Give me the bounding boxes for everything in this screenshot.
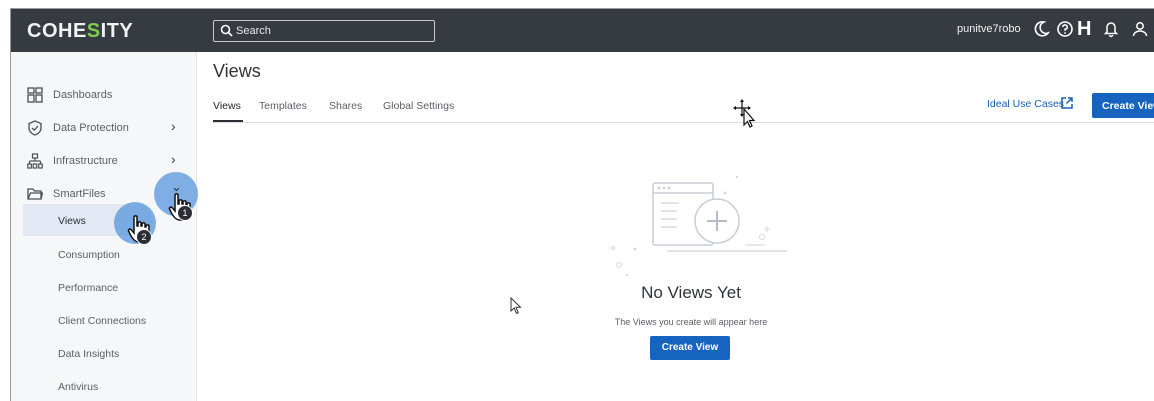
sidebar-subitem-performance[interactable]: Performance: [58, 282, 118, 294]
sidebar-item-data-protection[interactable]: Data Protection: [27, 118, 129, 138]
search-icon: [220, 24, 233, 42]
sidebar-item-smartfiles[interactable]: SmartFiles: [27, 184, 106, 204]
logo-text-suffix: ITY: [100, 20, 134, 42]
external-link-icon[interactable]: [1060, 96, 1074, 115]
create-view-button-top[interactable]: Create View: [1092, 93, 1154, 118]
infrastructure-icon: [27, 153, 43, 169]
step-2-badge: 2: [136, 229, 152, 245]
ideal-use-cases-link[interactable]: Ideal Use Cases: [987, 98, 1064, 110]
empty-state-illustration: [597, 169, 797, 284]
sidebar-item-label: SmartFiles: [53, 188, 106, 200]
app-window: COHESITY Search punitve7robo H Dashboard…: [10, 8, 1154, 401]
bell-icon[interactable]: [1103, 20, 1119, 43]
shield-check-icon: [27, 120, 43, 136]
search-placeholder: Search: [236, 25, 271, 37]
empty-state-subtitle: The Views you create will appear here: [614, 317, 768, 327]
empty-state-title: No Views Yet: [641, 283, 741, 302]
sidebar-item-infrastructure[interactable]: Infrastructure: [27, 151, 118, 171]
sidebar-subitem-client-connections[interactable]: Client Connections: [58, 315, 146, 327]
page-title: Views: [213, 61, 261, 81]
moon-icon[interactable]: [1034, 20, 1051, 43]
chevron-right-icon[interactable]: ›: [171, 151, 176, 167]
username-label[interactable]: punitve7robo: [957, 23, 1021, 35]
search-input[interactable]: Search: [213, 20, 435, 42]
tab-global-settings[interactable]: Global Settings: [383, 100, 454, 112]
dashboard-icon: [27, 87, 43, 103]
cohesity-logo[interactable]: COHESITY: [27, 20, 133, 43]
logo-text-prefix: COHE: [27, 20, 87, 42]
logo-text-s: S: [86, 20, 101, 42]
helios-icon[interactable]: H: [1077, 18, 1091, 41]
tab-shares[interactable]: Shares: [329, 100, 362, 112]
tab-templates[interactable]: Templates: [259, 100, 307, 112]
help-icon[interactable]: [1056, 20, 1074, 43]
sidebar-subitem-views[interactable]: Views: [58, 215, 86, 227]
sidebar-subitem-consumption[interactable]: Consumption: [58, 249, 120, 261]
step-1-badge: 1: [177, 205, 193, 221]
chevron-right-icon[interactable]: ›: [171, 118, 176, 134]
sidebar-subitem-data-insights[interactable]: Data Insights: [58, 348, 119, 360]
tab-views[interactable]: Views: [213, 100, 241, 112]
sidebar-item-label: Data Protection: [53, 122, 129, 134]
sidebar-item-label: Dashboards: [53, 89, 113, 101]
sidebar-item-dashboards[interactable]: Dashboards: [27, 85, 112, 105]
user-icon[interactable]: [1131, 20, 1149, 43]
top-bar: COHESITY Search punitve7robo H: [11, 9, 1154, 52]
sidebar-subitem-antivirus[interactable]: Antivirus: [58, 381, 98, 393]
create-view-button[interactable]: Create View: [650, 336, 730, 360]
sidebar-item-label: Infrastructure: [53, 155, 118, 167]
move-cursor-icon: [733, 99, 757, 134]
folder-icon: [27, 186, 44, 202]
tabs-divider: [213, 122, 1154, 123]
arrow-cursor-icon: [510, 296, 522, 320]
